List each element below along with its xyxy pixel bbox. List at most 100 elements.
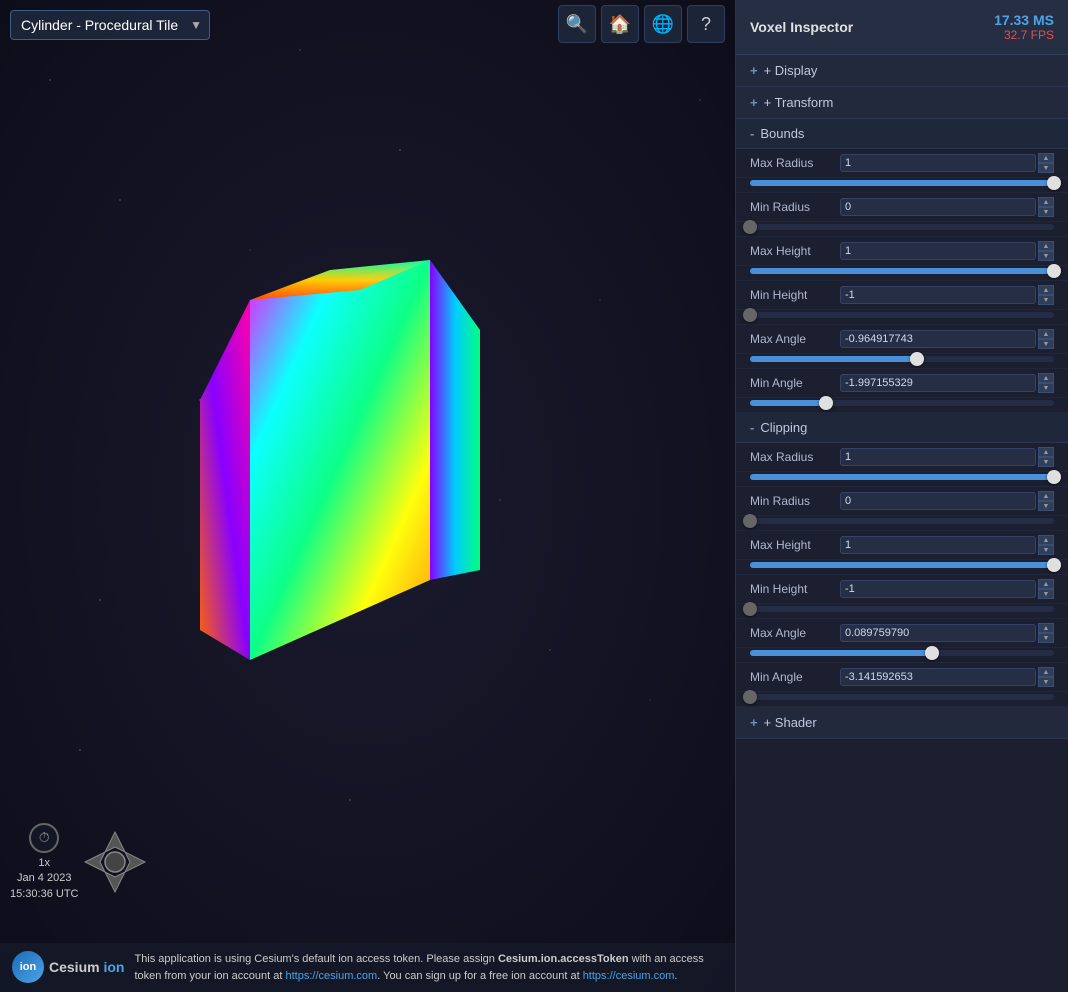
clipping-min-radius-row: Min Radius ▲ ▼ [736,487,1068,516]
bounds-max-angle-input[interactable] [840,330,1036,348]
cylinder-3d-shape [200,200,480,730]
bounds-max-angle-slider[interactable] [750,356,1054,362]
clipping-min-angle-down[interactable]: ▼ [1038,677,1054,687]
bounds-max-height-up[interactable]: ▲ [1038,241,1054,251]
bounds-min-radius-down[interactable]: ▼ [1038,207,1054,217]
inspector-ms: 17.33 MS [994,12,1054,28]
voxel-inspector-panel: Voxel Inspector 17.33 MS 32.7 FPS + + Di… [735,0,1068,992]
bounds-max-radius-down[interactable]: ▼ [1038,163,1054,173]
bounds-max-height-down[interactable]: ▼ [1038,251,1054,261]
clipping-min-height-label: Min Height [750,582,840,596]
bounds-max-radius-input[interactable] [840,154,1036,172]
bounds-max-radius-up[interactable]: ▲ [1038,153,1054,163]
inspector-title: Voxel Inspector [750,19,853,35]
shader-toggle-icon: + [750,715,758,730]
cesium-com-link[interactable]: https://cesium.com [583,970,675,982]
bounds-min-angle-input-wrapper: ▲ ▼ [840,373,1054,393]
bounds-section-header[interactable]: - Bounds [736,119,1068,149]
bounds-min-radius-up[interactable]: ▲ [1038,197,1054,207]
clipping-max-radius-input[interactable] [840,448,1036,466]
bounds-min-angle-down[interactable]: ▼ [1038,383,1054,393]
clock-widget: ⏱ 1x Jan 4 2023 15:30:36 UTC [10,823,78,902]
clipping-min-radius-up[interactable]: ▲ [1038,491,1054,501]
bounds-min-angle-slider[interactable] [750,400,1054,406]
bounds-section-label: Bounds [760,126,804,141]
clipping-min-height-down[interactable]: ▼ [1038,589,1054,599]
clipping-max-angle-slider[interactable] [750,650,1054,656]
clipping-max-radius-slider[interactable] [750,474,1054,480]
clipping-max-angle-input[interactable] [840,624,1036,642]
cesium-ion-label: Cesium ion [49,959,124,975]
bounds-min-radius-row: Min Radius ▲ ▼ [736,193,1068,222]
bounds-min-height-down[interactable]: ▼ [1038,295,1054,305]
clipping-max-height-down[interactable]: ▼ [1038,545,1054,555]
bounds-max-height-slider[interactable] [750,268,1054,274]
bounds-min-angle-label: Min Angle [750,376,840,390]
clipping-min-angle-slider-row [736,692,1068,707]
clipping-section-header[interactable]: - Clipping [736,413,1068,443]
bounds-min-angle-up[interactable]: ▲ [1038,373,1054,383]
clipping-max-height-spinner: ▲ ▼ [1038,535,1054,555]
bounds-max-radius-label: Max Radius [750,156,840,170]
clipping-max-radius-down[interactable]: ▼ [1038,457,1054,467]
bounds-max-angle-slider-row [736,354,1068,369]
bounds-min-height-up[interactable]: ▲ [1038,285,1054,295]
bounds-min-radius-input[interactable] [840,198,1036,216]
bounds-max-radius-input-wrapper: ▲ ▼ [840,153,1054,173]
bounds-min-radius-slider[interactable] [750,224,1054,230]
clipping-max-height-slider-row [736,560,1068,575]
bottom-bar-message: This application is using Cesium's defau… [134,951,723,984]
bounds-min-angle-row: Min Angle ▲ ▼ [736,369,1068,398]
bounds-min-height-label: Min Height [750,288,840,302]
cesium-ion-link[interactable]: https://cesium.com [286,970,378,982]
clipping-min-angle-up[interactable]: ▲ [1038,667,1054,677]
clipping-min-height-slider[interactable] [750,606,1054,612]
clock-time: 15:30:36 UTC [10,887,78,902]
clipping-min-angle-input[interactable] [840,668,1036,686]
scene-dropdown-wrapper[interactable]: Cylinder - Procedural Tile ▼ [10,10,210,40]
clipping-max-height-slider[interactable] [750,562,1054,568]
navigation-widget[interactable] [80,827,150,902]
topbar: Cylinder - Procedural Tile ▼ [0,0,735,50]
clipping-max-radius-input-wrapper: ▲ ▼ [840,447,1054,467]
clipping-max-angle-down[interactable]: ▼ [1038,633,1054,643]
clipping-min-radius-label: Min Radius [750,494,840,508]
bounds-max-radius-slider[interactable] [750,180,1054,186]
clipping-min-radius-down[interactable]: ▼ [1038,501,1054,511]
clipping-min-radius-slider[interactable] [750,518,1054,524]
display-section-label: + Display [764,63,818,78]
clipping-min-height-input[interactable] [840,580,1036,598]
clipping-min-radius-input-wrapper: ▲ ▼ [840,491,1054,511]
bounds-min-height-slider[interactable] [750,312,1054,318]
clipping-min-angle-slider[interactable] [750,694,1054,700]
scene-dropdown[interactable]: Cylinder - Procedural Tile [10,10,210,40]
clock-icon[interactable]: ⏱ [29,823,59,853]
clipping-min-height-up[interactable]: ▲ [1038,579,1054,589]
clipping-max-height-input[interactable] [840,536,1036,554]
clipping-max-height-up[interactable]: ▲ [1038,535,1054,545]
token-name-label: Cesium.ion.accessToken [498,953,629,965]
display-section-header[interactable]: + + Display [736,55,1068,87]
bounds-min-height-input[interactable] [840,286,1036,304]
display-toggle-icon: + [750,63,758,78]
viewport: Cylinder - Procedural Tile ▼ 🔍 🏠 🌐 ? [0,0,735,992]
cesium-logo: ion Cesium ion [12,951,124,983]
transform-section-label: + Transform [764,95,834,110]
clipping-max-radius-up[interactable]: ▲ [1038,447,1054,457]
clipping-max-height-label: Max Height [750,538,840,552]
clipping-max-angle-up[interactable]: ▲ [1038,623,1054,633]
bounds-max-angle-spinner: ▲ ▼ [1038,329,1054,349]
shader-section-label: + Shader [764,715,817,730]
transform-section-header[interactable]: + + Transform [736,87,1068,119]
bounds-min-radius-spinner: ▲ ▼ [1038,197,1054,217]
bounds-max-angle-up[interactable]: ▲ [1038,329,1054,339]
clipping-min-radius-input[interactable] [840,492,1036,510]
shader-section-header[interactable]: + + Shader [736,707,1068,739]
bounds-max-angle-down[interactable]: ▼ [1038,339,1054,349]
bounds-max-height-row: Max Height ▲ ▼ [736,237,1068,266]
bounds-min-angle-input[interactable] [840,374,1036,392]
clock-speed: 1x [10,856,78,871]
bounds-max-height-input[interactable] [840,242,1036,260]
bounds-min-height-row: Min Height ▲ ▼ [736,281,1068,310]
bounds-max-radius-row: Max Radius ▲ ▼ [736,149,1068,178]
